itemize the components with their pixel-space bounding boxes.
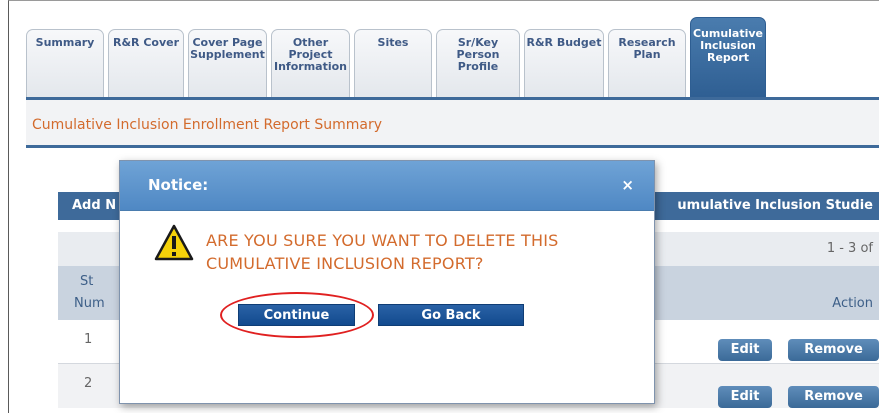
dialog-header: Notice: × [120,161,654,211]
tab-rr-budget[interactable]: R&R Budget [524,29,604,99]
list-title: umulative Inclusion Studie [677,198,873,213]
remove-button[interactable]: Remove [788,339,879,361]
remove-button[interactable]: Remove [788,386,879,408]
section-header: Cumulative Inclusion Enrollment Report S… [26,100,879,148]
column-study-number-bottom: Num [74,296,105,311]
tab-summary[interactable]: Summary [26,29,104,99]
edit-button[interactable]: Edit [718,386,772,408]
tab-cumulative-inclusion-report[interactable]: Cumulative Inclusion Report [690,17,766,99]
row-number: 2 [84,376,93,391]
tab-other-project-information[interactable]: Other Project Information [271,29,350,99]
warning-icon [154,224,194,261]
highlight-annotation [220,292,374,338]
section-title: Cumulative Inclusion Enrollment Report S… [32,117,382,133]
add-button[interactable]: Add N [72,198,116,213]
dialog-message: ARE YOU SURE YOU WANT TO DELETE THIS CUM… [206,231,559,273]
tab-sr-key-person-profile[interactable]: Sr/Key Person Profile [436,29,520,99]
row-number: 1 [84,332,93,347]
column-action: Action [832,296,873,311]
pager-text: 1 - 3 of [826,241,873,256]
close-icon[interactable]: × [621,176,634,194]
tab-research-plan[interactable]: Research Plan [608,29,686,99]
go-back-button[interactable]: Go Back [378,304,524,326]
tab-rr-cover[interactable]: R&R Cover [108,29,184,99]
column-study-number-top: St [80,274,94,289]
dialog-title: Notice: [148,176,209,194]
notice-dialog: Notice: × ARE YOU SURE YOU WANT TO DELET… [119,160,655,404]
tab-cover-page-supplement[interactable]: Cover Page Supplement [188,29,267,99]
edit-button[interactable]: Edit [718,339,772,361]
tab-sites[interactable]: Sites [354,29,432,99]
